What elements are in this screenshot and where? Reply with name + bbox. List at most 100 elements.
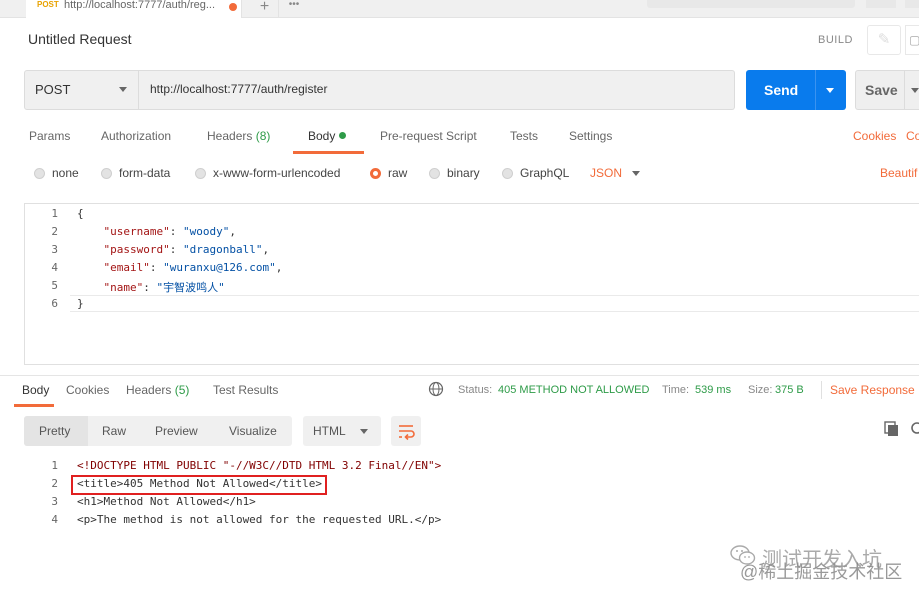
line-number: 4	[51, 513, 58, 526]
line-number: 2	[51, 225, 58, 238]
tab-headers-label: Headers	[207, 129, 253, 143]
line-number: 5	[51, 279, 58, 292]
code-line: "email": "wuranxu@126.com",	[103, 261, 283, 274]
json-key: "password"	[103, 243, 170, 256]
resp-tab-cookies[interactable]: Cookies	[66, 383, 109, 397]
comments-icon[interactable]: ▢	[905, 25, 919, 55]
tab-params[interactable]: Params	[29, 129, 70, 143]
code-line: "username": "woody",	[103, 225, 236, 238]
manage-env-button[interactable]	[905, 0, 919, 8]
code-line: "password": "dragonball",	[103, 243, 270, 256]
more-icon[interactable]: •••	[280, 0, 308, 18]
size-value[interactable]: 375 B	[775, 384, 804, 396]
time-value[interactable]: 539 ms	[695, 384, 731, 396]
send-options-icon[interactable]	[826, 88, 834, 93]
response-line: <h1>Method Not Allowed</h1>	[77, 495, 256, 508]
search-icon[interactable]	[908, 421, 919, 437]
visualize-button[interactable]: Visualize	[229, 424, 277, 438]
code-link[interactable]: Co	[906, 129, 919, 143]
globe-icon[interactable]	[428, 381, 444, 397]
send-label: Send	[764, 82, 799, 98]
url-value: http://localhost:7777/auth/register	[150, 82, 328, 96]
save-divider	[904, 70, 905, 110]
status-label: Status:	[458, 384, 493, 396]
quick-look-button[interactable]	[866, 0, 896, 8]
tab-method-label: POST	[37, 0, 59, 9]
json-comma: ,	[275, 261, 283, 274]
tab-prerequest[interactable]: Pre-request Script	[380, 129, 477, 143]
raw-button[interactable]: Raw	[102, 424, 126, 438]
radio-form-data[interactable]	[101, 168, 112, 179]
json-value: "dragonball"	[182, 243, 263, 256]
pretty-label[interactable]: Pretty	[39, 424, 70, 438]
active-tab-underline	[14, 404, 54, 407]
method-value: POST	[35, 82, 71, 97]
radio-none[interactable]	[34, 168, 45, 179]
code-line: "name": "宇智波鸣人"	[103, 281, 225, 294]
send-divider	[815, 70, 816, 110]
radio-graphql[interactable]	[502, 168, 513, 179]
headers-count: (8)	[255, 129, 271, 143]
tab-authorization[interactable]: Authorization	[101, 129, 171, 143]
line-number: 3	[51, 243, 58, 256]
radio-none-label[interactable]: none	[52, 166, 79, 180]
body-indicator-dot	[339, 132, 347, 139]
line-number: 6	[51, 297, 58, 310]
format-select[interactable]: JSON	[590, 166, 622, 180]
caret-down-icon	[119, 87, 127, 92]
environment-selector[interactable]	[647, 0, 855, 8]
line-number: 1	[51, 459, 58, 472]
json-key: "name"	[103, 281, 144, 294]
radio-urlencoded-label[interactable]: x-www-form-urlencoded	[213, 166, 340, 180]
caret-down-icon[interactable]	[632, 171, 640, 176]
page-title[interactable]: Untitled Request	[28, 31, 132, 47]
line-number: 1	[51, 207, 58, 220]
line-number: 4	[51, 261, 58, 274]
radio-urlencoded[interactable]	[195, 168, 206, 179]
caret-down-icon	[360, 429, 368, 434]
json-value: "wuranxu@126.com"	[163, 261, 276, 274]
json-value: "宇智波鸣人"	[156, 281, 225, 294]
response-line: <p>The method is not allowed for the req…	[77, 513, 442, 526]
separator	[821, 381, 822, 399]
code-close-brace: }	[77, 297, 84, 310]
wrap-lines-button[interactable]	[391, 416, 421, 446]
resp-headers-count: (5)	[174, 383, 190, 397]
tab-url-label: http://localhost:7777/auth/reg...	[64, 0, 216, 11]
annotation-highlight-box	[71, 475, 327, 495]
response-format-value: HTML	[313, 424, 346, 438]
save-options-icon[interactable]	[911, 88, 919, 93]
radio-raw[interactable]	[370, 168, 381, 179]
radio-form-data-label[interactable]: form-data	[119, 166, 170, 180]
beautify-link[interactable]: Beautif	[880, 166, 917, 180]
resp-tab-body[interactable]: Body	[22, 383, 49, 397]
tab-body[interactable]: Body	[308, 129, 347, 143]
resp-tab-test-results[interactable]: Test Results	[213, 383, 278, 397]
radio-binary[interactable]	[429, 168, 440, 179]
tab-headers[interactable]: Headers (8)	[207, 129, 270, 143]
tab-tests[interactable]: Tests	[510, 129, 538, 143]
json-key: "username"	[103, 225, 170, 238]
plus-icon[interactable]: +	[251, 0, 279, 18]
watermark-subtitle: @稀土掘金技术社区	[740, 562, 903, 582]
edit-icon[interactable]: ✎	[867, 25, 901, 55]
radio-graphql-label[interactable]: GraphQL	[520, 166, 569, 180]
active-line-highlight	[70, 295, 919, 312]
copy-icon[interactable]	[884, 421, 900, 437]
response-line: <!DOCTYPE HTML PUBLIC "-//W3C//DTD HTML …	[77, 459, 442, 472]
preview-button[interactable]: Preview	[155, 424, 198, 438]
time-label: Time:	[662, 384, 690, 396]
resp-tab-headers[interactable]: Headers (5)	[126, 383, 189, 397]
json-key: "email"	[103, 261, 150, 274]
resp-tab-headers-label: Headers	[126, 383, 172, 397]
close-dot-icon[interactable]	[229, 3, 237, 11]
save-response-button[interactable]: Save Response	[830, 383, 915, 397]
cookies-link[interactable]: Cookies	[853, 129, 896, 143]
radio-binary-label[interactable]: binary	[447, 166, 480, 180]
tab-body-label: Body	[308, 129, 336, 143]
status-value[interactable]: 405 METHOD NOT ALLOWED	[498, 384, 649, 396]
tab-settings[interactable]: Settings	[569, 129, 612, 143]
build-button[interactable]: BUILD	[818, 34, 853, 46]
radio-raw-label[interactable]: raw	[388, 166, 407, 180]
pane-divider[interactable]	[0, 375, 919, 376]
